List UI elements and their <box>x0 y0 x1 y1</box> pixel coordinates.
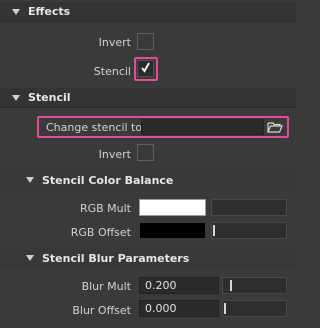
effects-section-header[interactable]: Effects <box>0 2 296 22</box>
color-balance-header-label: Stencil Color Balance <box>42 173 174 187</box>
properties-panel: Effects Invert Stencil Stencil Change st… <box>0 0 296 328</box>
blur-section-header[interactable]: Stencil Blur Parameters <box>0 248 296 268</box>
effects-header-label: Effects <box>28 5 71 18</box>
rgb-mult-color-swatch[interactable] <box>139 199 206 216</box>
effects-invert-label: Invert <box>98 36 131 49</box>
collapse-arrow-icon[interactable] <box>26 255 34 261</box>
browse-stencil-button[interactable] <box>265 119 285 135</box>
rgb-offset-slider-handle[interactable] <box>213 225 215 236</box>
blur-header-label: Stencil Blur Parameters <box>42 251 190 265</box>
blur-offset-slider-handle[interactable] <box>224 303 226 314</box>
blur-offset-label: Blur Offset <box>72 304 131 317</box>
effects-invert-checkbox[interactable] <box>137 33 154 50</box>
effects-stencil-label: Stencil <box>93 65 131 78</box>
change-stencil-field[interactable] <box>141 119 264 135</box>
rgb-offset-color-swatch[interactable] <box>139 222 206 239</box>
rgb-offset-slider[interactable] <box>211 222 287 239</box>
rgb-mult-slider[interactable] <box>211 199 287 216</box>
blur-mult-slider-handle[interactable] <box>230 280 232 291</box>
folder-open-icon <box>267 122 283 133</box>
blur-mult-slider[interactable] <box>222 277 287 294</box>
color-balance-section-header[interactable]: Stencil Color Balance <box>0 170 296 190</box>
collapse-arrow-icon[interactable] <box>26 177 34 183</box>
stencil-header-label: Stencil <box>28 91 71 104</box>
checkmark-icon <box>141 62 150 73</box>
stencil-invert-checkbox[interactable] <box>137 144 154 161</box>
blur-offset-slider[interactable] <box>222 300 287 317</box>
change-stencil-label: Change stencil to <box>46 121 143 134</box>
stencil-invert-label: Invert <box>98 148 131 161</box>
blur-mult-input[interactable]: 0.200 <box>139 277 219 294</box>
rgb-offset-label: RGB Offset <box>70 226 131 239</box>
blur-mult-label: Blur Mult <box>81 280 131 293</box>
rgb-mult-label: RGB Mult <box>79 202 131 215</box>
collapse-arrow-icon[interactable] <box>12 94 20 101</box>
stencil-section-header[interactable]: Stencil <box>0 88 296 108</box>
blur-offset-input[interactable]: 0.000 <box>139 300 219 317</box>
collapse-arrow-icon[interactable] <box>12 8 20 15</box>
effects-stencil-checkbox[interactable] <box>137 60 154 77</box>
